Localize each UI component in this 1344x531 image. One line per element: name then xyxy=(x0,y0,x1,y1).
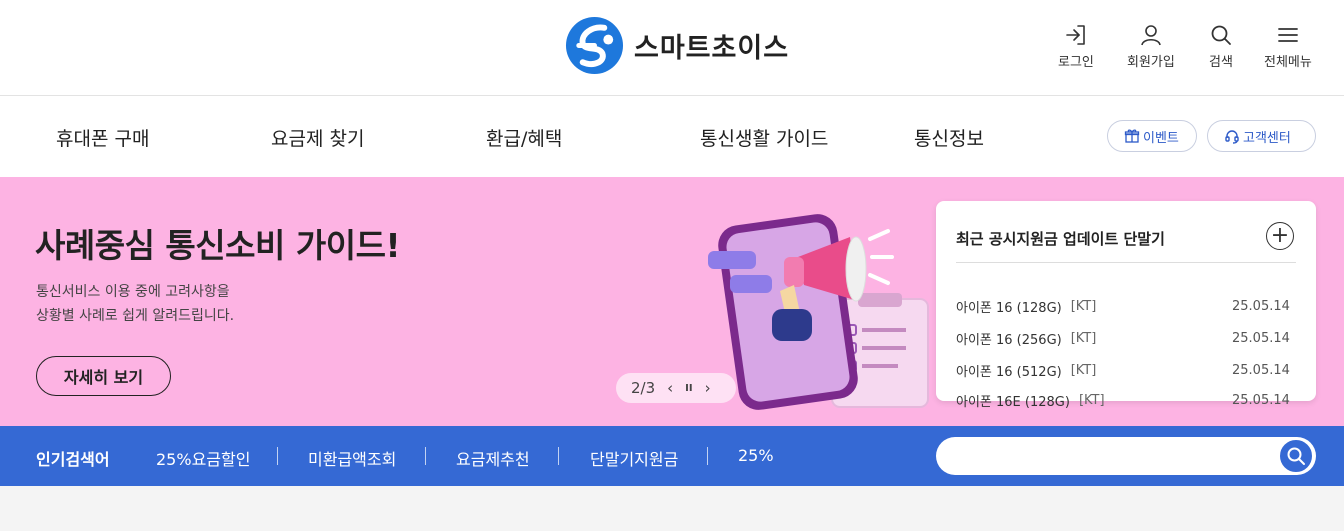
event-label: 이벤트 xyxy=(1143,130,1179,146)
keyword-divider xyxy=(425,447,426,465)
hero-banner: 사례중심 통신소비 가이드! 통신서비스 이용 중에 고려사항을 상황별 사례로… xyxy=(0,177,1344,426)
customer-center-button[interactable]: 고객센터 xyxy=(1207,120,1316,152)
user-icon xyxy=(1141,25,1161,46)
search-box xyxy=(936,437,1316,475)
popular-keyword-link[interactable]: 요금제추천 xyxy=(456,446,530,470)
subsidy-list-item[interactable]: 아이폰 16 (128G) [KT] 25.05.14 xyxy=(956,295,1296,317)
hero-description-line2: 상황별 사례로 쉽게 알려드립니다. xyxy=(36,308,235,324)
device-carrier: [KT] xyxy=(1070,362,1097,378)
hero-detail-button[interactable]: 자세히 보기 xyxy=(36,356,171,396)
headset-icon xyxy=(1225,130,1239,144)
popular-keywords-bar: 인기검색어 25%요금할인 미환급액조회 요금제추천 단말기지원금 25% xyxy=(0,426,1344,486)
content-area xyxy=(0,486,1344,531)
logo-text: 스마트초이스 xyxy=(634,33,790,64)
update-date: 25.05.14 xyxy=(1232,330,1290,346)
update-date: 25.05.14 xyxy=(1232,298,1290,314)
pager-prev-button[interactable]: ‹ xyxy=(667,379,673,397)
pager-count: 2/3 xyxy=(631,379,656,397)
device-carrier: [KT] xyxy=(1078,392,1105,408)
search-icon xyxy=(1211,25,1231,45)
login-label: 로그인 xyxy=(1058,55,1094,70)
search-submit-button[interactable] xyxy=(1278,438,1314,474)
update-date: 25.05.14 xyxy=(1232,392,1290,408)
nav-telecom-guide[interactable]: 통신생활 가이드 xyxy=(700,124,828,151)
signup-label: 회원가입 xyxy=(1127,55,1175,70)
hero-pager: 2/3 ‹ II › xyxy=(616,373,736,403)
signup-button[interactable]: 회원가입 xyxy=(1127,22,1175,70)
nav-phone-purchase[interactable]: 휴대폰 구매 xyxy=(56,124,149,151)
subsidy-list-item[interactable]: 아이폰 16 (512G) [KT] 25.05.14 xyxy=(956,359,1296,381)
site-logo[interactable]: 스마트초이스 xyxy=(565,16,789,75)
device-carrier: [KT] xyxy=(1070,330,1097,346)
keyword-divider xyxy=(558,447,559,465)
all-menu-label: 전체메뉴 xyxy=(1264,55,1312,70)
search-label: 검색 xyxy=(1209,55,1233,70)
search-input[interactable] xyxy=(954,445,1274,467)
hero-description-line1: 통신서비스 이용 중에 고려사항을 xyxy=(36,284,230,300)
update-date: 25.05.14 xyxy=(1232,362,1290,378)
nav-plan-search[interactable]: 요금제 찾기 xyxy=(271,124,364,151)
all-menu-button[interactable]: 전체메뉴 xyxy=(1264,22,1312,70)
search-button[interactable]: 검색 xyxy=(1208,22,1234,70)
login-icon xyxy=(1066,25,1085,45)
device-model: 아이폰 16 (128G) xyxy=(956,300,1062,316)
popular-keyword-link[interactable]: 25% xyxy=(738,446,774,465)
keyword-divider xyxy=(707,447,708,465)
search-icon xyxy=(1287,447,1305,465)
keyword-divider xyxy=(277,447,278,465)
device-model: 아이폰 16 (256G) xyxy=(956,332,1062,348)
pager-next-button[interactable]: › xyxy=(705,379,711,397)
customer-center-label: 고객센터 xyxy=(1243,130,1291,146)
menu-icon xyxy=(1278,28,1298,42)
card-divider xyxy=(956,262,1296,263)
nav-refund-benefit[interactable]: 환급/혜택 xyxy=(486,124,562,151)
subsidy-list-item[interactable]: 아이폰 16E (128G) [KT] 25.05.14 xyxy=(956,389,1296,411)
popular-keyword-link[interactable]: 단말기지원금 xyxy=(590,446,678,470)
hero-title: 사례중심 통신소비 가이드! xyxy=(35,226,401,265)
site-header: 스마트초이스 로그인 회원가입 검색 전체메뉴 xyxy=(0,0,1344,96)
gift-icon xyxy=(1124,129,1140,143)
popular-keyword-link[interactable]: 미환급액조회 xyxy=(308,446,396,470)
subsidy-more-button[interactable]: + xyxy=(1266,222,1294,250)
pager-pause-button[interactable]: II xyxy=(685,383,692,394)
subsidy-list-item[interactable]: 아이폰 16 (256G) [KT] 25.05.14 xyxy=(956,327,1296,349)
subsidy-update-card: 최근 공시지원금 업데이트 단말기 + 아이폰 16 (128G) [KT] 2… xyxy=(936,201,1316,410)
subsidy-card-title: 최근 공시지원금 업데이트 단말기 xyxy=(956,230,1165,248)
login-button[interactable]: 로그인 xyxy=(1058,22,1094,70)
popular-keywords-label: 인기검색어 xyxy=(36,450,110,469)
popular-keyword-link[interactable]: 25%요금할인 xyxy=(156,446,250,470)
nav-telecom-info[interactable]: 통신정보 xyxy=(914,124,984,151)
main-navigation: 휴대폰 구매 요금제 찾기 환급/혜택 통신생활 가이드 통신정보 이벤트 고객… xyxy=(0,96,1344,177)
event-button[interactable]: 이벤트 xyxy=(1107,120,1197,152)
device-model: 아이폰 16 (512G) xyxy=(956,364,1062,380)
device-model: 아이폰 16E (128G) xyxy=(956,394,1070,410)
device-carrier: [KT] xyxy=(1070,298,1097,314)
logo-mark-icon xyxy=(565,16,624,75)
